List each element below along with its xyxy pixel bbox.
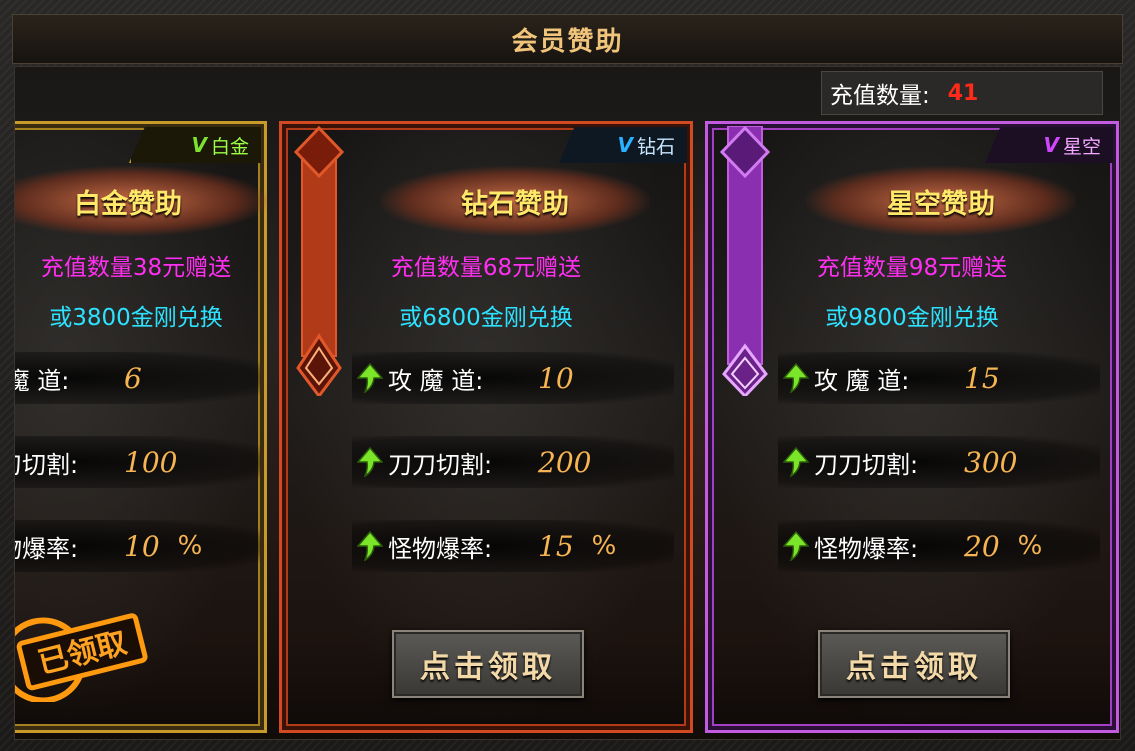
tier-banner: 星空赞助	[806, 166, 1076, 236]
tier-name: 白金赞助	[74, 188, 182, 220]
up-arrow-icon	[778, 447, 814, 477]
stat-row-droprate: 怪物爆率: 10 %	[15, 520, 260, 572]
card-diamond: V 钻石 钻石赞助 充值数量68元赠送 或6800金刚兑换 攻 魔 道: 10 …	[279, 121, 693, 733]
stat-value: 6	[124, 361, 142, 395]
stat-unit: %	[177, 531, 203, 561]
stat-value: 20	[964, 529, 1000, 563]
tier-name: 钻石赞助	[461, 188, 569, 220]
card-starry: V 星空 星空赞助 充值数量98元赠送 或9800金刚兑换 攻 魔 道: 15 …	[705, 121, 1119, 733]
window-title: 会员赞助	[511, 26, 624, 57]
claim-button-starry[interactable]: 点击领取	[818, 630, 1010, 698]
stat-label: 刀刀切割:	[388, 450, 493, 479]
vip-v-icon: V	[191, 133, 207, 157]
exchange-text: 或6800金刚兑换	[399, 305, 573, 331]
up-arrow-icon	[778, 531, 814, 561]
exchange-text: 或9800金刚兑换	[825, 305, 999, 331]
stat-row-attack: 攻 魔 道: 10	[352, 352, 674, 404]
stat-label: 怪物爆率:	[15, 534, 79, 563]
stat-unit: %	[591, 531, 617, 561]
tier-banner: 钻石赞助	[380, 166, 650, 236]
recharge-label: 充值数量:	[830, 83, 930, 109]
up-arrow-icon	[352, 531, 388, 561]
stat-value: 10	[124, 529, 160, 563]
claimed-stamp: 已领取	[15, 613, 148, 702]
stat-label: 刀刀切割:	[814, 450, 919, 479]
stat-value: 10	[538, 361, 574, 395]
stat-row-attack: 攻 魔 道: 15	[778, 352, 1100, 404]
stat-label: 攻 魔 道:	[814, 366, 910, 395]
card-panel: 充值数量: 41 V 白金 白金赞助 充值数量38元赠送 或3800金刚兑换 攻…	[14, 66, 1121, 740]
stat-row-cleave: 刀刀切割: 100	[15, 436, 260, 488]
stat-unit: %	[1017, 531, 1043, 561]
up-arrow-icon	[778, 363, 814, 393]
up-arrow-icon	[352, 363, 388, 393]
card-platinum: V 白金 白金赞助 充值数量38元赠送 或3800金刚兑换 攻 魔 道: 6 刀…	[15, 121, 268, 733]
stat-value: 15	[538, 529, 574, 563]
tier-tag-starry: V 星空	[985, 127, 1113, 163]
stat-label: 攻 魔 道:	[388, 366, 484, 395]
recharge-gift-text: 充值数量98元赠送	[816, 255, 1008, 281]
tier-tag-label: 钻石	[636, 135, 675, 158]
claim-button-diamond[interactable]: 点击领取	[392, 630, 584, 698]
stat-label: 刀刀切割:	[15, 450, 79, 479]
tier-tag-platinum: V 白金	[129, 127, 261, 163]
tier-name: 星空赞助	[887, 188, 995, 220]
stat-row-cleave: 刀刀切割: 200	[352, 436, 674, 488]
title-bar: 会员赞助	[12, 14, 1123, 64]
stat-row-droprate: 怪物爆率: 20 %	[778, 520, 1100, 572]
stat-value: 15	[964, 361, 1000, 395]
tier-tag-label: 星空	[1062, 135, 1101, 158]
vip-v-icon: V	[1043, 133, 1059, 157]
tier-tag-diamond: V 钻石	[559, 127, 687, 163]
tier-banner: 白金赞助	[15, 166, 268, 236]
sponsor-window: 会员赞助 充值数量: 41 V 白金 白金赞助 充值数量38元赠送 或3800金…	[0, 0, 1135, 751]
stat-value: 200	[538, 445, 592, 479]
stat-value: 300	[964, 445, 1018, 479]
stat-row-cleave: 刀刀切割: 300	[778, 436, 1100, 488]
up-arrow-icon	[352, 447, 388, 477]
vip-v-icon: V	[617, 133, 633, 157]
recharge-amount-box: 充值数量: 41	[821, 71, 1103, 115]
stat-label: 攻 魔 道:	[15, 366, 70, 395]
stat-label: 怪物爆率:	[814, 534, 919, 563]
stat-row-attack: 攻 魔 道: 6	[15, 352, 260, 404]
tier-tag-label: 白金	[210, 135, 249, 158]
stat-value: 100	[124, 445, 178, 479]
recharge-value: 41	[947, 80, 979, 106]
stat-label: 怪物爆率:	[388, 534, 493, 563]
recharge-gift-text: 充值数量68元赠送	[390, 255, 582, 281]
stat-row-droprate: 怪物爆率: 15 %	[352, 520, 674, 572]
